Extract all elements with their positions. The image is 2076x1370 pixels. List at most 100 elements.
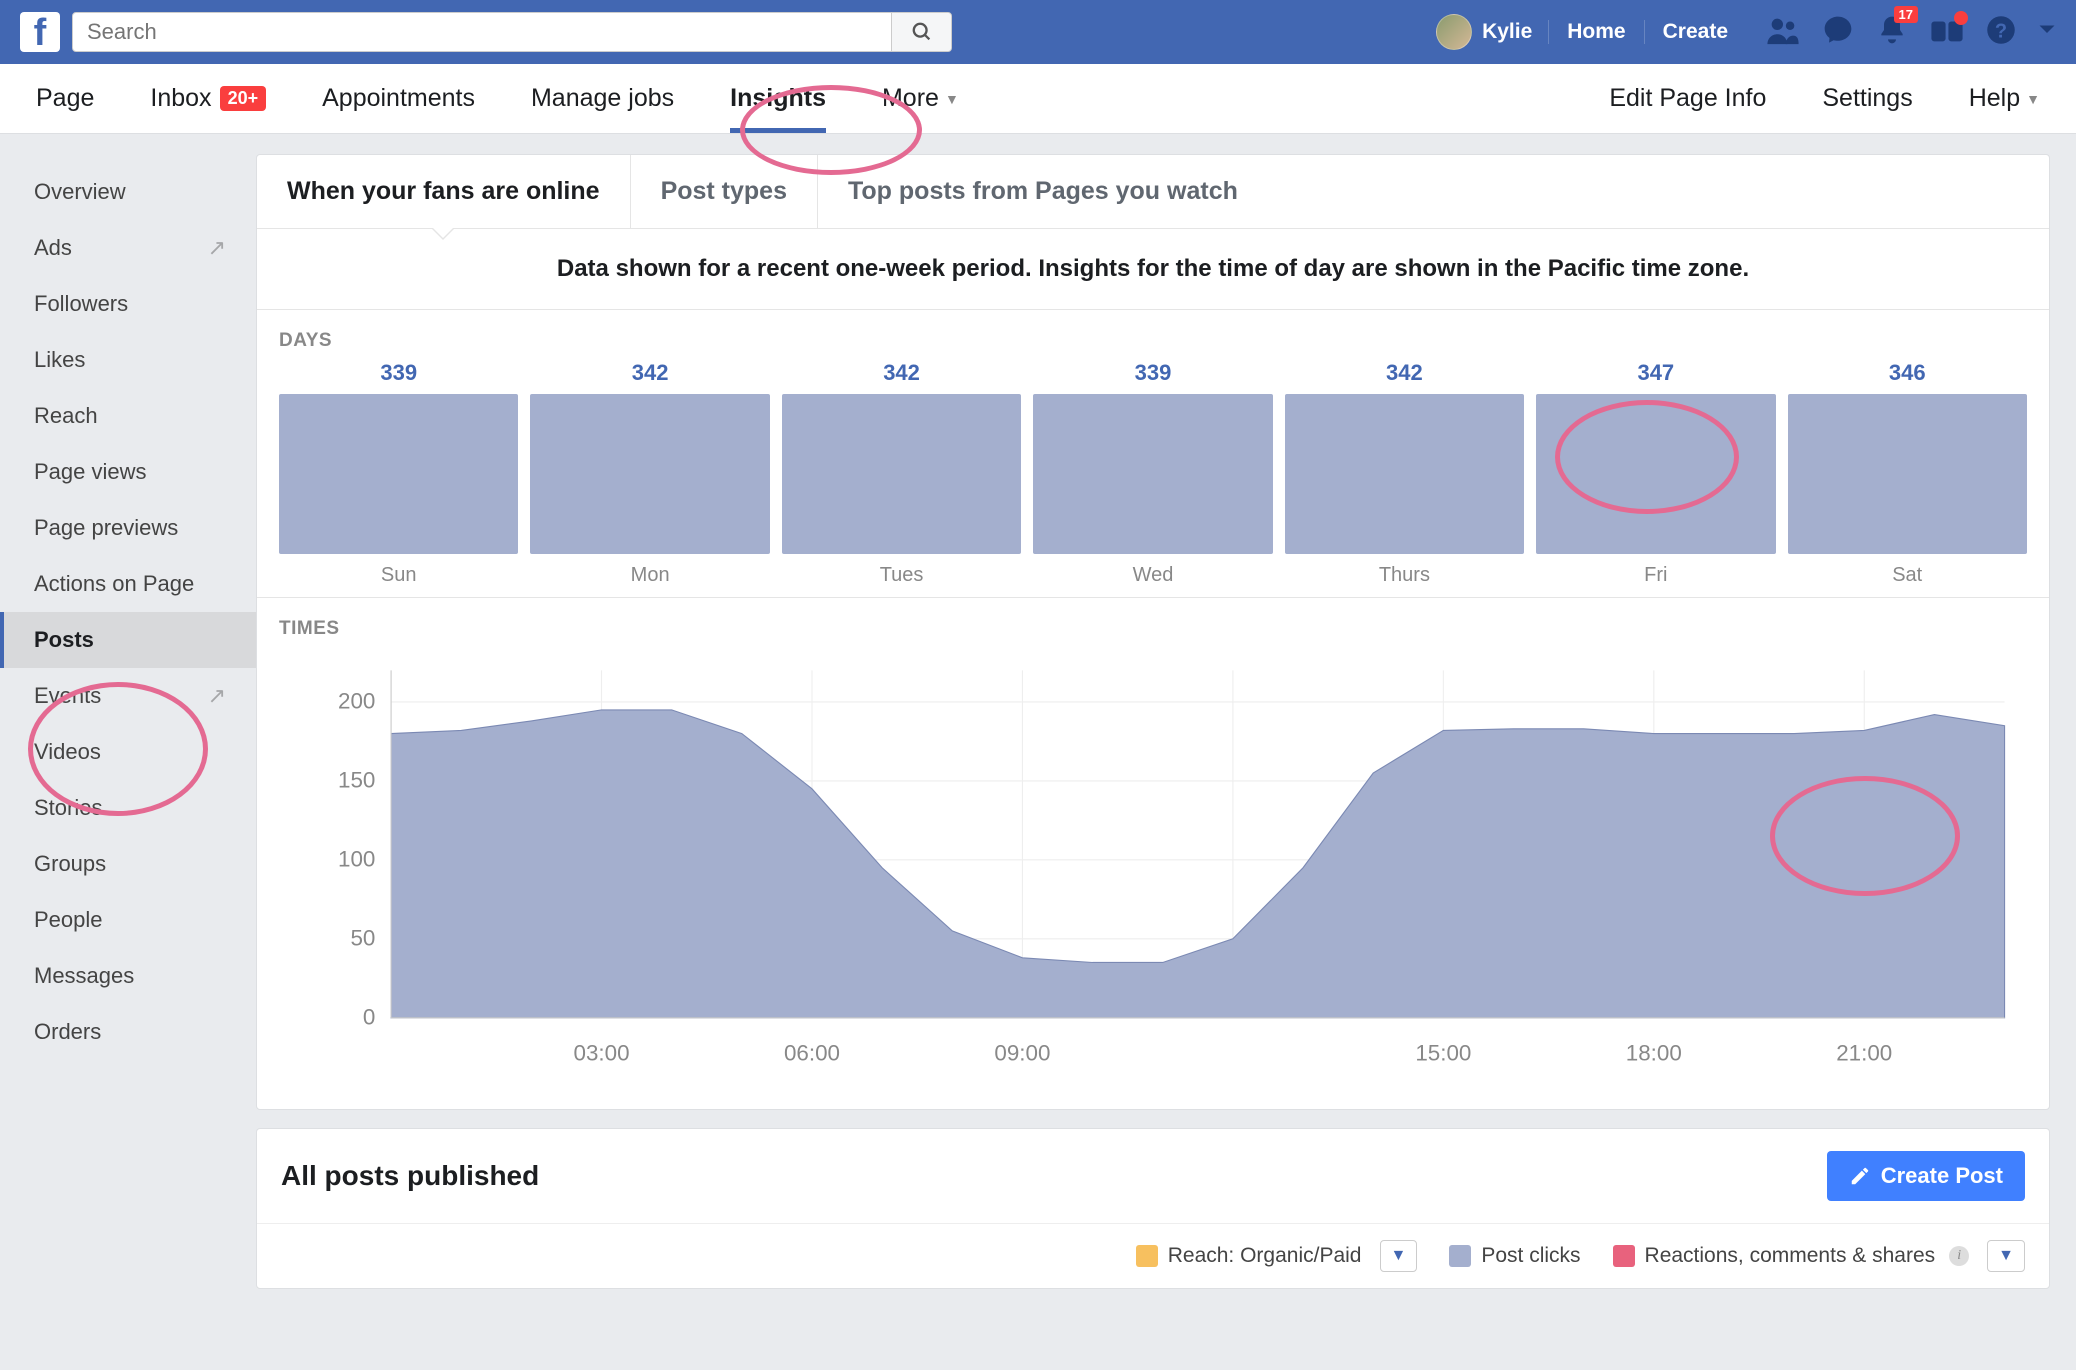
chevron-down-icon: ▼ [2026,91,2040,107]
sidebar-item-followers[interactable]: Followers [0,276,256,332]
day-value: 342 [530,360,769,386]
legend-reach: Reach: Organic/Paid ▼ [1136,1240,1418,1272]
sidebar-item-orders[interactable]: Orders [0,1004,256,1060]
day-value: 342 [1285,360,1524,386]
sidebar-item-stories[interactable]: Stories [0,780,256,836]
facebook-logo[interactable]: f [20,12,60,52]
friend-requests-icon[interactable] [1766,15,1800,50]
legend-reactions-label: Reactions, comments & shares [1645,1244,1936,1268]
day-value: 339 [1033,360,1272,386]
legend-clicks-label: Post clicks [1481,1244,1580,1268]
reactions-dropdown[interactable]: ▼ [1987,1240,2025,1272]
day-bar [279,394,518,554]
search-icon [911,21,933,43]
sidebar-item-overview[interactable]: Overview [0,164,256,220]
topbar: f Kylie Home Create 17 [0,0,2076,64]
day-column[interactable]: 342 Thurs [1285,360,1524,587]
create-post-label: Create Post [1881,1163,2003,1189]
reach-dropdown[interactable]: ▼ [1380,1240,1418,1272]
account-dropdown-icon[interactable] [2038,23,2056,41]
svg-text:150: 150 [338,768,375,793]
sidebar-item-actions[interactable]: Actions on Page [0,556,256,612]
info-icon[interactable]: i [1949,1246,1969,1266]
day-column[interactable]: 347 Fri [1536,360,1775,587]
nav-manage-jobs[interactable]: Manage jobs [503,64,702,133]
day-column[interactable]: 342 Mon [530,360,769,587]
tab-post-types[interactable]: Post types [631,155,818,228]
day-bar [1285,394,1524,554]
nav-insights[interactable]: Insights [702,64,854,133]
sidebar-item-people[interactable]: People [0,892,256,948]
external-link-icon: ↗ [208,683,226,709]
content: When your fans are online Post types Top… [256,134,2076,1307]
profile-link[interactable]: Kylie [1420,14,1548,50]
avatar [1436,14,1472,50]
fans-online-panel: When your fans are online Post types Top… [256,154,2050,1110]
nav-edit-page-info[interactable]: Edit Page Info [1581,84,1794,113]
all-posts-header: All posts published Create Post [257,1129,2049,1223]
create-post-button[interactable]: Create Post [1827,1151,2025,1201]
nav-inbox-label: Inbox [150,84,211,113]
sidebar-item-posts[interactable]: Posts [0,612,256,668]
sidebar-item-events[interactable]: Events ↗ [0,668,256,724]
legend-reach-label: Reach: Organic/Paid [1168,1244,1362,1268]
help-icon[interactable]: ? [1986,15,2016,50]
nav-settings[interactable]: Settings [1794,84,1940,113]
svg-text:100: 100 [338,847,375,872]
create-link[interactable]: Create [1644,20,1746,44]
main: Overview Ads ↗ Followers Likes Reach Pag… [0,134,2076,1307]
sidebar-item-page-previews[interactable]: Page previews [0,500,256,556]
page-nav: Page Inbox 20+ Appointments Manage jobs … [0,64,2076,134]
day-label: Tues [782,564,1021,587]
gaming-dot [1954,11,1968,25]
svg-text:03:00: 03:00 [574,1040,630,1065]
day-bar [1033,394,1272,554]
day-value: 346 [1788,360,2027,386]
days-label: DAYS [279,330,2027,352]
svg-text:200: 200 [338,689,375,714]
day-value: 347 [1536,360,1775,386]
day-column[interactable]: 339 Wed [1033,360,1272,587]
svg-text:21:00: 21:00 [1836,1040,1892,1065]
day-bar [782,394,1021,554]
nav-help[interactable]: Help ▼ [1941,84,2068,113]
day-label: Mon [530,564,769,587]
day-column[interactable]: 346 Sat [1788,360,2027,587]
nav-page[interactable]: Page [8,64,122,133]
day-column[interactable]: 342 Tues [782,360,1021,587]
day-bar [530,394,769,554]
search-button[interactable] [891,13,951,51]
search-input[interactable] [73,19,891,45]
tab-top-posts[interactable]: Top posts from Pages you watch [818,155,1268,228]
nav-inbox[interactable]: Inbox 20+ [122,64,294,133]
sidebar-item-messages[interactable]: Messages [0,948,256,1004]
insight-tabs: When your fans are online Post types Top… [257,155,2049,229]
sidebar-item-ads[interactable]: Ads ↗ [0,220,256,276]
days-row: 339 Sun342 Mon342 Tues339 Wed342 [279,360,2027,587]
day-value: 342 [782,360,1021,386]
svg-text:0: 0 [363,1004,375,1029]
sidebar-item-reach[interactable]: Reach [0,388,256,444]
svg-text:18:00: 18:00 [1626,1040,1682,1065]
nav-help-label: Help [1969,84,2020,113]
day-label: Thurs [1285,564,1524,587]
sidebar-item-groups[interactable]: Groups [0,836,256,892]
nav-appointments[interactable]: Appointments [294,64,503,133]
messenger-icon[interactable] [1822,14,1854,51]
home-link[interactable]: Home [1548,20,1643,44]
nav-more[interactable]: More ▼ [854,64,987,133]
day-column[interactable]: 339 Sun [279,360,518,587]
notification-badge: 17 [1894,6,1918,23]
notifications-icon[interactable]: 17 [1876,14,1908,51]
tab-fans-online[interactable]: When your fans are online [257,155,631,228]
sidebar-item-likes[interactable]: Likes [0,332,256,388]
sidebar-item-videos[interactable]: Videos [0,724,256,780]
info-strip: Data shown for a recent one-week period.… [257,229,2049,310]
inbox-badge: 20+ [220,86,267,111]
sidebar-item-page-views[interactable]: Page views [0,444,256,500]
sidebar-item-label: Events [34,683,101,709]
profile-name: Kylie [1482,20,1532,44]
gaming-icon[interactable] [1930,15,1964,50]
day-label: Sun [279,564,518,587]
times-label: TIMES [279,618,2027,640]
